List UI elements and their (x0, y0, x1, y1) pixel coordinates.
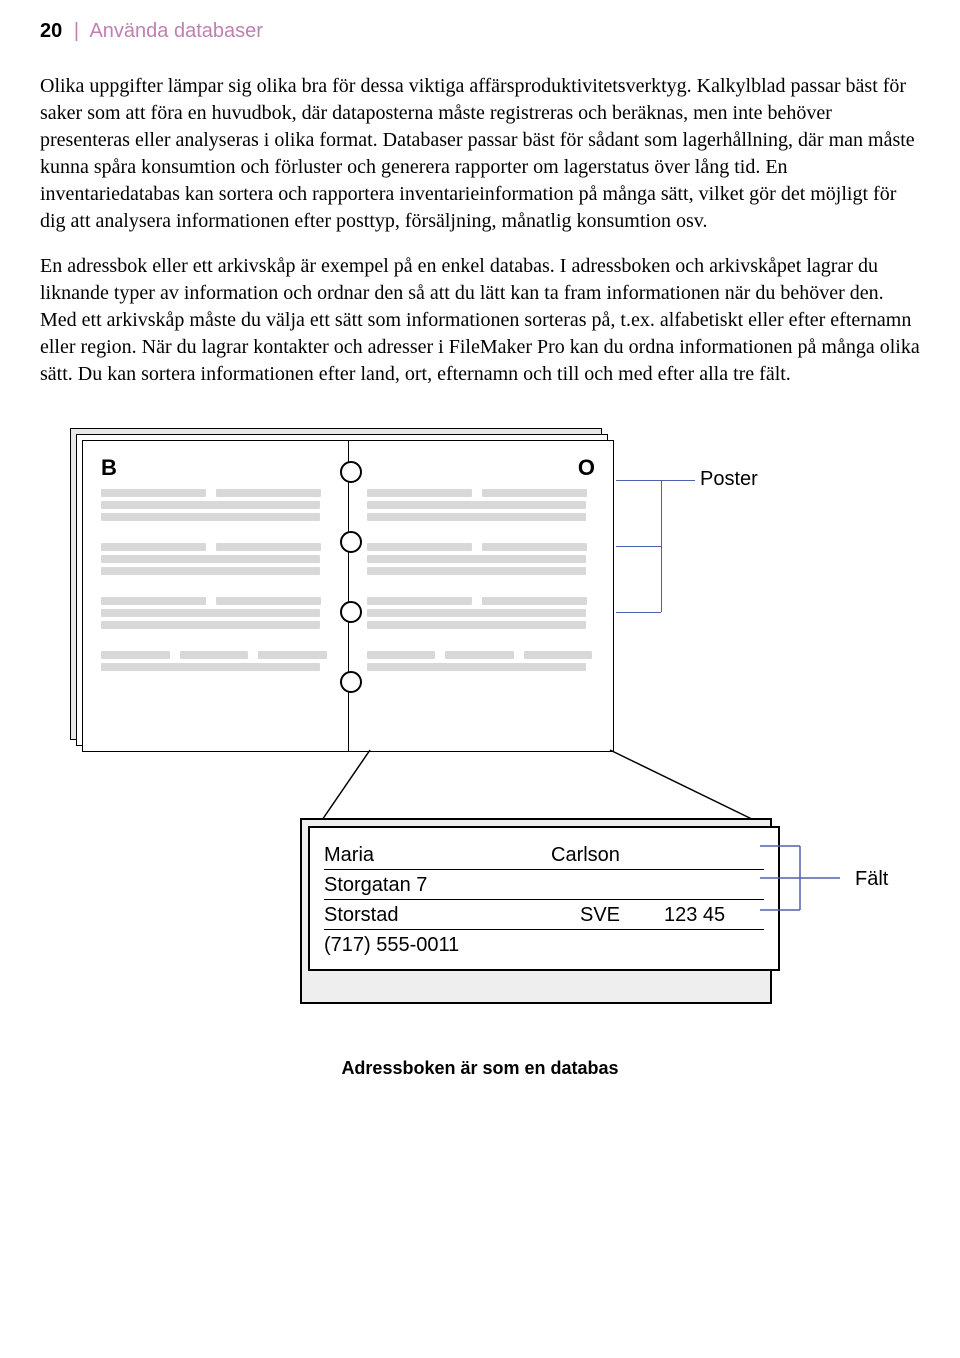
tab-letter-left: B (101, 455, 330, 481)
list-item (101, 651, 330, 671)
body-paragraph-1: Olika uppgifter lämpar sig olika bra för… (40, 73, 920, 235)
binder-ring-icon (340, 531, 362, 553)
field-first-name: Maria (324, 844, 537, 867)
list-item (101, 489, 330, 521)
page-header: 20 | Använda databaser (40, 20, 920, 43)
list-item (367, 489, 596, 521)
field-postal: 123 45 (664, 904, 764, 927)
page-number: 20 (40, 20, 62, 42)
section-title: Använda databaser (89, 20, 262, 42)
binder-ring-icon (340, 671, 362, 693)
binder-front: B (82, 440, 614, 752)
list-item (101, 543, 330, 575)
binder-right-page: O (349, 441, 614, 751)
detail-figure: Maria Carlson Storgatan 7 Storstad SVE 1… (300, 818, 920, 1038)
field-phone: (717) 555-0011 (324, 934, 764, 957)
field-last-name: Carlson (551, 844, 764, 867)
list-item (367, 597, 596, 629)
list-item (367, 651, 596, 671)
falt-label: Fält (855, 868, 888, 891)
field-city: Storstad (324, 904, 566, 927)
list-item (101, 597, 330, 629)
header-separator: | (68, 20, 85, 42)
binder-ring-icon (340, 461, 362, 483)
figure-caption: Adressboken är som en databas (40, 1058, 920, 1079)
field-street: Storgatan 7 (324, 874, 764, 897)
field-country: SVE (580, 904, 650, 927)
field-connector-icon (760, 838, 960, 958)
poster-label: Poster (700, 468, 758, 491)
binder-ring-icon (340, 601, 362, 623)
addressbook-figure: B (70, 428, 920, 788)
detail-card: Maria Carlson Storgatan 7 Storstad SVE 1… (308, 826, 780, 971)
binder-left-page: B (83, 441, 349, 751)
list-item (367, 543, 596, 575)
tab-letter-right: O (367, 455, 596, 481)
body-paragraph-2: En adressbok eller ett arkivskåp är exem… (40, 253, 920, 388)
